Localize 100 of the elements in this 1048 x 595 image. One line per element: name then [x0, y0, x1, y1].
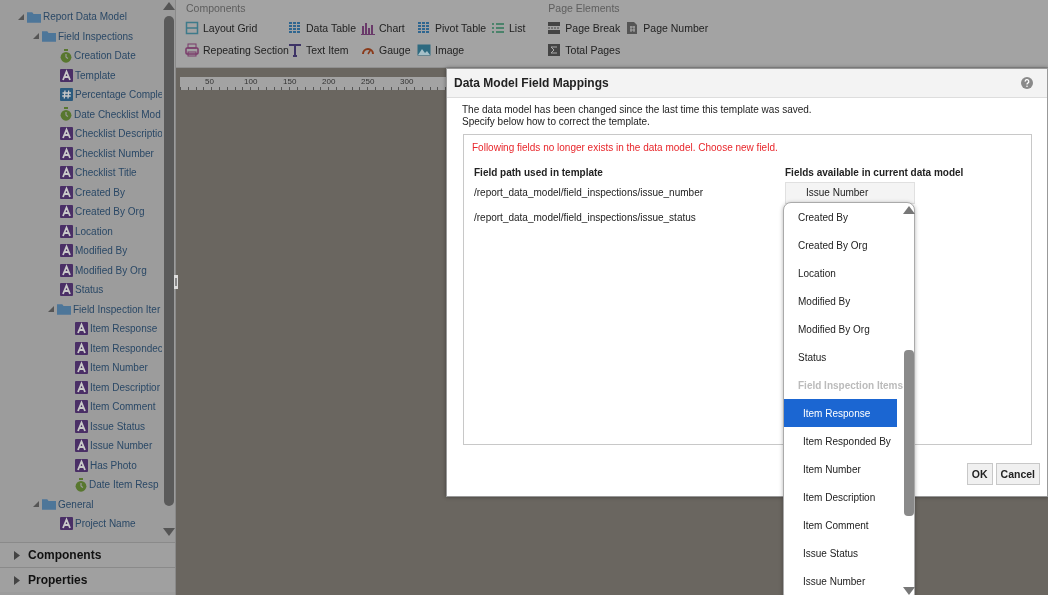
dropdown-option[interactable]: Item Responded By [784, 427, 897, 455]
scrollbar-thumb[interactable] [904, 350, 915, 516]
tree-field[interactable]: Status [75, 284, 104, 296]
expanded-triangle-icon[interactable] [32, 500, 40, 509]
text-field-icon [60, 68, 73, 82]
tree-field[interactable]: Created By Org [75, 206, 145, 218]
dropdown-option[interactable]: Issue Status [784, 539, 897, 567]
text-field-icon [60, 283, 73, 297]
folder-icon [42, 498, 56, 511]
folder-icon [27, 10, 41, 23]
field-path: /report_data_model/field_inspections/issue_status [474, 212, 696, 223]
dropdown-option[interactable]: Issue Number [784, 567, 897, 595]
tree-field[interactable]: Creation Date [74, 50, 136, 62]
toolbar-item[interactable]: Pivot Table [417, 20, 491, 36]
scroll-up-icon[interactable] [903, 206, 916, 214]
toolbar-item[interactable]: Data Table [288, 20, 361, 36]
field-path: /report_data_model/field_inspections/issue_number [474, 187, 704, 198]
toolbar-group-title: Components [186, 2, 247, 14]
toolbar-item[interactable]: Text Item [288, 42, 361, 58]
tree-folder[interactable]: General [58, 498, 94, 510]
tree-field[interactable]: Created By [75, 186, 126, 198]
splitter-handle-icon[interactable] [174, 275, 178, 289]
dropdown-option[interactable]: Item Comment [784, 511, 897, 539]
tree-field[interactable]: Item Respondec [90, 342, 162, 354]
dialog-message: The data model has been changed since the last time this template was saved. [462, 104, 813, 116]
tree-field[interactable]: Has Photo [90, 459, 137, 471]
ok-button[interactable]: OK [966, 463, 993, 485]
toolbar-item[interactable]: Page Number [625, 20, 709, 36]
scrollbar-thumb[interactable] [163, 16, 174, 506]
expanded-triangle-icon[interactable] [47, 305, 55, 314]
toolbar-item[interactable]: Total Pages [547, 42, 626, 58]
tree-field[interactable]: Modified By [75, 245, 128, 257]
dropdown-option[interactable]: Created By Org [784, 231, 897, 259]
toolbar-item[interactable]: Page Break [547, 20, 626, 36]
toolbar-item[interactable]: Gauge [361, 42, 417, 58]
dropdown-option[interactable]: Item Response [784, 399, 897, 427]
tree-field[interactable]: Location [75, 225, 113, 237]
data-table-icon [288, 21, 302, 35]
folder-icon [57, 303, 71, 316]
tree-folder[interactable]: Report Data Model [43, 11, 127, 23]
scroll-down-icon[interactable] [903, 587, 916, 595]
tree-field[interactable]: Date Checklist Mod [74, 108, 161, 120]
chart-icon [361, 21, 375, 35]
dropdown-option[interactable]: Modified By [784, 287, 897, 315]
text-field-icon [60, 244, 73, 258]
tree-field[interactable]: Checklist Number [75, 147, 154, 159]
text-field-icon [60, 517, 73, 531]
stopwatch-icon [60, 48, 72, 63]
text-field-icon [75, 322, 88, 336]
accordion-header[interactable]: Components [0, 542, 175, 567]
dropdown-option[interactable]: Status [784, 343, 897, 371]
toolbar-item[interactable]: List [491, 20, 526, 36]
cancel-button[interactable]: Cancel [995, 463, 1040, 485]
tree-folder[interactable]: Field Inspections [58, 30, 134, 42]
warning-message: Following fields no longer exists in the data model. Choose new field. [472, 142, 779, 153]
tree-field[interactable]: Template [75, 69, 116, 81]
toolbar-item[interactable]: Chart [361, 20, 417, 36]
tree-field[interactable]: Date Item Resp [89, 479, 159, 491]
dropdown-option[interactable]: Modified By Org [784, 315, 897, 343]
tree-field[interactable]: Item Response [90, 323, 158, 335]
expanded-triangle-icon[interactable] [17, 12, 25, 21]
text-field-icon [75, 341, 88, 355]
column-header: Fields available in current data model [785, 166, 964, 178]
dropdown-option[interactable]: Location [784, 259, 897, 287]
tree-folder[interactable]: Field Inspection Iter [73, 303, 161, 315]
tree-field[interactable]: Item Number [90, 362, 148, 374]
page-break-icon [547, 21, 562, 35]
page-number-icon [625, 21, 640, 35]
tree-field[interactable]: Checklist Descriptio [75, 128, 162, 140]
expanded-triangle-icon[interactable] [32, 32, 40, 41]
stopwatch-icon [60, 107, 72, 122]
accordion-header[interactable]: Properties [0, 567, 175, 592]
text-item-icon [288, 43, 302, 57]
scroll-up-icon[interactable] [162, 2, 175, 10]
dropdown-option[interactable]: Created By [784, 203, 897, 231]
toolbar-item[interactable]: Layout Grid [185, 20, 288, 36]
help-icon[interactable] [1021, 77, 1033, 89]
option-group-label: Field Inspection Items [797, 378, 904, 393]
tree-field[interactable]: Modified By Org [75, 264, 147, 276]
text-field-icon [60, 205, 73, 219]
tree-field[interactable]: Issue Number [90, 440, 153, 452]
tree-field[interactable]: Item Comment [90, 401, 156, 413]
tree-field[interactable]: Checklist Title [75, 167, 137, 179]
stopwatch-icon [75, 477, 87, 492]
text-field-icon [75, 380, 88, 394]
tree-field[interactable]: Item Descriptior [90, 381, 160, 393]
text-field-icon [75, 419, 88, 433]
text-field-icon [60, 263, 73, 277]
list-icon [491, 21, 505, 35]
layout-grid-icon [185, 21, 199, 35]
dropdown-option[interactable]: Item Description [784, 483, 897, 511]
tree-field[interactable]: Project Name [75, 518, 136, 530]
field-select[interactable]: Issue Number [785, 181, 915, 204]
folder-icon [42, 30, 56, 43]
toolbar-item[interactable]: Repeating Section [185, 42, 288, 58]
tree-field[interactable]: Percentage Comple [75, 89, 162, 101]
toolbar-item[interactable]: Image [417, 42, 491, 58]
dropdown-option[interactable]: Item Number [784, 455, 897, 483]
tree-field[interactable]: Issue Status [90, 420, 146, 432]
column-header: Field path used in template [474, 166, 603, 178]
